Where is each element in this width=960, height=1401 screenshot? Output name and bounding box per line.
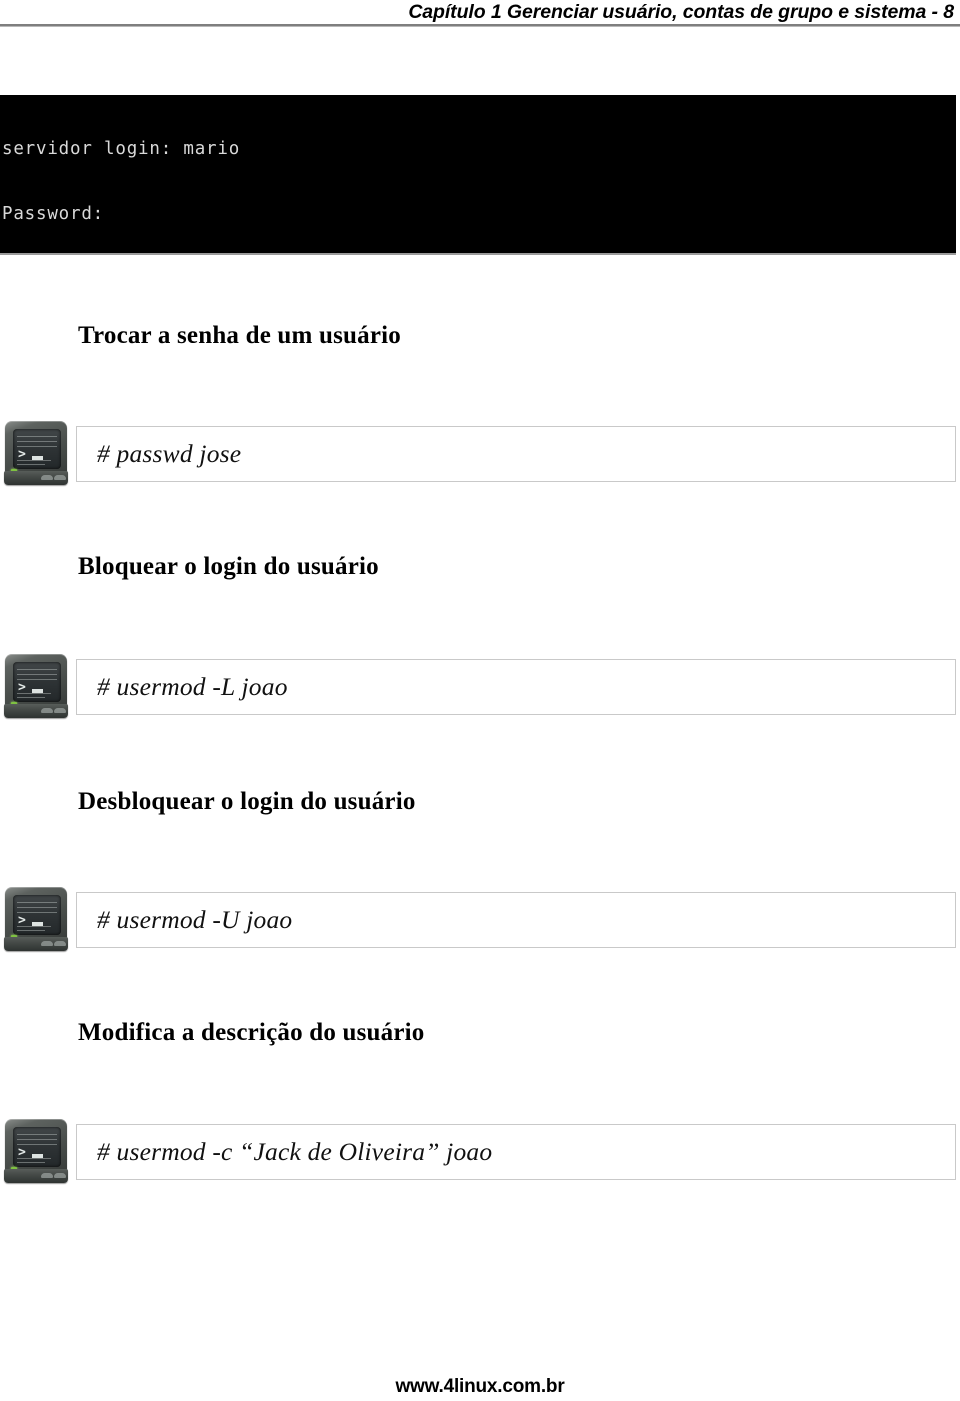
scanline [17, 693, 51, 694]
monitor-foot [41, 941, 53, 946]
monitor-screen: > [13, 895, 61, 935]
command-box: # usermod -c “Jack de Oliveira” joao [76, 1124, 956, 1180]
monitor-screen: > [13, 662, 61, 702]
scanline [17, 697, 45, 698]
monitor-foot [54, 708, 66, 713]
monitor-foot [41, 1173, 53, 1178]
scanline [17, 1134, 57, 1135]
command-row-usermod-comment: > # usermod -c “Jack de Oliveira” joao [0, 1116, 956, 1196]
monitor-screen: > [13, 429, 61, 469]
scanline [17, 674, 57, 675]
scanline [17, 669, 57, 670]
terminal-icon: > [4, 419, 70, 487]
monitor-case: > [5, 887, 67, 941]
terminal-icon: > [4, 652, 70, 720]
command-text: # passwd jose [97, 439, 242, 468]
scanline [17, 902, 57, 903]
monitor-case: > [5, 1119, 67, 1173]
command-box: # passwd jose [76, 426, 956, 482]
section-heading-modifica-descricao: Modifica a descrição do usuário [78, 1019, 425, 1046]
scanline [17, 441, 57, 442]
scanline [17, 1158, 51, 1159]
scanline [17, 460, 51, 461]
monitor-case: > [5, 421, 67, 475]
scanline [17, 926, 51, 927]
command-text: # usermod -L joao [97, 672, 288, 701]
scanline [17, 1162, 45, 1163]
terminal-output: servidor login: mario Password: You are … [2, 96, 773, 253]
terminal-screenshot-underline [0, 253, 956, 255]
command-text: # usermod -c “Jack de Oliveira” joao [97, 1137, 493, 1166]
terminal-screenshot: servidor login: mario Password: You are … [0, 95, 956, 253]
terminal-line: Password: [2, 203, 105, 224]
command-box: # usermod -L joao [76, 659, 956, 715]
terminal-icon: > [4, 885, 70, 953]
terminal-line: servidor login: mario [2, 139, 241, 159]
scanline [17, 464, 45, 465]
command-row-usermod-lock: > # usermod -L joao [0, 651, 956, 731]
section-heading-desbloquear-login: Desbloquear o login do usuário [78, 788, 416, 815]
monitor-foot [54, 1173, 66, 1178]
scanline [17, 907, 57, 908]
command-box: # usermod -U joao [76, 892, 956, 948]
monitor-foot [54, 941, 66, 946]
scanline [17, 1139, 57, 1140]
scanline [17, 436, 57, 437]
command-text: # usermod -U joao [97, 905, 293, 934]
monitor-foot [41, 708, 53, 713]
terminal-icon: > [4, 1117, 70, 1185]
command-row-passwd: > # passwd jose [0, 418, 956, 498]
header-divider [0, 24, 960, 27]
monitor-foot [41, 475, 53, 480]
section-heading-trocar-senha: Trocar a senha de um usuário [78, 322, 401, 349]
monitor-foot [54, 475, 66, 480]
page-header: Capítulo 1 Gerenciar usuário, contas de … [0, 0, 960, 27]
section-heading-bloquear-login: Bloquear o login do usuário [78, 553, 379, 580]
footer-url: www.4linux.com.br [395, 1376, 565, 1397]
monitor-case: > [5, 654, 67, 708]
monitor-screen: > [13, 1127, 61, 1167]
command-row-usermod-unlock: > # usermod -U joao [0, 884, 956, 964]
page-title: Capítulo 1 Gerenciar usuário, contas de … [408, 1, 954, 23]
scanline [17, 930, 45, 931]
